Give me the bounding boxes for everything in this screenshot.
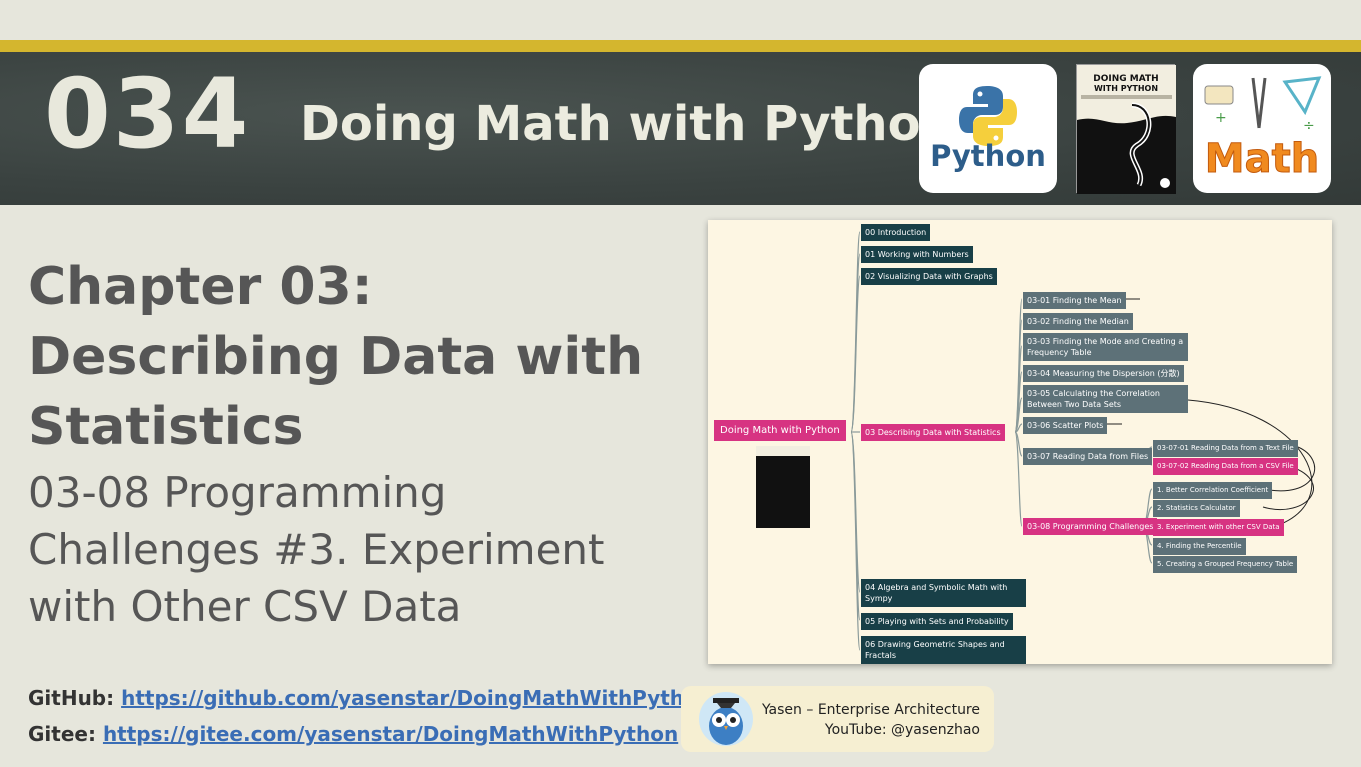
top-strip <box>0 0 1361 40</box>
mindmap-item-03-07-02[interactable]: 03-07-02 Reading Data from a CSV File <box>1153 458 1298 475</box>
banner-title: Doing Math with Python <box>300 96 955 152</box>
svg-text:÷: ÷ <box>1303 118 1315 134</box>
mindmap-section-03-04[interactable]: 03-04 Measuring the Dispersion (分散) <box>1023 365 1184 382</box>
mindmap-section-03-01[interactable]: 03-01 Finding the Mean <box>1023 292 1126 309</box>
mindmap-section-03-08[interactable]: 03-08 Programming Challenges <box>1023 518 1158 535</box>
mindmap-chapter-03[interactable]: 03 Describing Data with Statistics <box>861 424 1005 441</box>
mindmap-item-03-07-01[interactable]: 03-07-01 Reading Data from a Text File <box>1153 440 1298 457</box>
math-logo-label: Math <box>1205 136 1319 182</box>
svg-text:DOING MATH: DOING MATH <box>1093 74 1158 84</box>
mindmap-challenge-3[interactable]: 3. Experiment with other CSV Data <box>1153 519 1284 536</box>
mindmap-challenge-1[interactable]: 1. Better Correlation Coefficient <box>1153 482 1273 499</box>
root-book-cover-icon <box>756 446 810 528</box>
section-title: 03-08 Programming Challenges #3. Experim… <box>28 468 605 631</box>
mindmap-challenge-5[interactable]: 5. Creating a Grouped Frequency Table <box>1153 556 1298 573</box>
repo-links: GitHub: https://github.com/yasenstar/Doi… <box>28 686 712 758</box>
gitee-label: Gitee: <box>28 722 96 746</box>
mindmap-chapter-02[interactable]: 02 Visualizing Data with Graphs <box>861 268 997 285</box>
mindmap-chapter-00[interactable]: 00 Introduction <box>861 224 931 241</box>
book-cover-icon: DOING MATH WITH PYTHON <box>1076 64 1176 194</box>
brand-youtube: YouTube: @yasenzhao <box>824 722 980 738</box>
mindmap-panel: Doing Math with Python 00 Introduction 0… <box>708 220 1332 664</box>
brand-card: Yasen – Enterprise Architecture YouTube:… <box>681 686 994 752</box>
mindmap-section-03-07[interactable]: 03-07 Reading Data from Files <box>1023 448 1153 465</box>
github-link[interactable]: https://github.com/yasenstar/DoingMathWi… <box>121 686 712 710</box>
mindmap-root[interactable]: Doing Math with Python <box>714 420 846 441</box>
brand-name: Yasen – Enterprise Architecture <box>761 702 980 718</box>
svg-text:+: + <box>1215 110 1227 126</box>
mindmap-section-03-03[interactable]: 03-03 Finding the Mode and Creating a Fr… <box>1023 333 1188 361</box>
mindmap-chapter-04[interactable]: 04 Algebra and Symbolic Math with Sympy <box>861 579 1026 607</box>
github-label: GitHub: <box>28 686 115 710</box>
mindmap-chapter-06[interactable]: 06 Drawing Geometric Shapes and Fractals <box>861 636 1026 664</box>
python-logo-icon: Python <box>919 64 1057 193</box>
python-logo-label: Python <box>930 139 1046 173</box>
gitee-link[interactable]: https://gitee.com/yasenstar/DoingMathWit… <box>103 722 678 746</box>
mindmap-challenge-2[interactable]: 2. Statistics Calculator <box>1153 500 1240 517</box>
mindmap-challenge-4[interactable]: 4. Finding the Percentile <box>1153 538 1246 555</box>
owl-avatar-icon <box>697 690 755 748</box>
mindmap-section-03-05[interactable]: 03-05 Calculating the Correlation Betwee… <box>1023 385 1188 413</box>
episode-number: 034 <box>44 58 251 170</box>
gold-accent-bar <box>0 40 1361 52</box>
mindmap-section-03-02[interactable]: 03-02 Finding the Median <box>1023 313 1133 330</box>
mindmap-chapter-05[interactable]: 05 Playing with Sets and Probability <box>861 613 1013 630</box>
mindmap-section-03-06[interactable]: 03-06 Scatter Plots <box>1023 417 1108 434</box>
svg-text:WITH PYTHON: WITH PYTHON <box>1094 84 1158 93</box>
chapter-title: Chapter 03: Describing Data with Statist… <box>28 257 644 457</box>
math-tools-icon: + ÷ Math <box>1193 64 1331 193</box>
mindmap-chapter-01[interactable]: 01 Working with Numbers <box>861 246 973 263</box>
